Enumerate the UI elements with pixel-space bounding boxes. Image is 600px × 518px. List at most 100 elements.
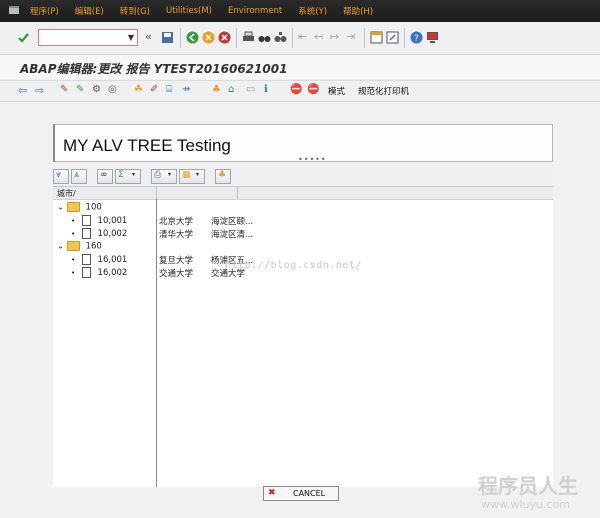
menu-system[interactable]: 系统(Y) (298, 5, 327, 17)
save-icon[interactable] (161, 31, 174, 44)
chevron-down-icon: ▾ (168, 171, 172, 178)
layout-button[interactable]: ▦ ▾ (179, 169, 205, 184)
breakpoint-icon[interactable]: ⛔ (290, 84, 303, 97)
menu-environment[interactable]: Environment (228, 6, 282, 16)
column-divider[interactable] (156, 187, 157, 199)
where-used-icon[interactable]: ⌸ (166, 84, 179, 97)
tree-node[interactable]: ⌄ 100 (57, 202, 102, 214)
arrow-right-icon[interactable]: ⇨ (35, 84, 48, 97)
collapse-icon[interactable]: ⌄ (57, 242, 64, 252)
command-field[interactable]: ▼ (38, 29, 138, 46)
tree-leaf[interactable]: • 16,001 (71, 254, 127, 266)
column-header-hierarchy[interactable]: 城市/ (57, 188, 76, 199)
pretty-printer-button[interactable]: 规范化打印机 (358, 85, 409, 97)
chevron-down-icon[interactable]: ▼ (128, 33, 134, 42)
menu-help[interactable]: 帮助(H) (343, 5, 373, 17)
separator (180, 28, 181, 48)
tree-leaf[interactable]: • 16,002 (71, 267, 127, 279)
cell-name: 交通大学 (159, 269, 194, 279)
external-breakpoint-icon[interactable]: ⛔ (307, 84, 320, 97)
find-icon[interactable] (258, 31, 271, 44)
expand-icon: ⩔ (56, 170, 62, 180)
cancel-x-icon: ✖ (268, 488, 276, 498)
system-menu-icon[interactable] (8, 4, 20, 16)
alv-tree: 城市/ ⌄ 100 • 10,001 北京大学 海淀区颐... • 10,002… (53, 186, 553, 487)
navigate-icon[interactable]: ⇸ (182, 84, 195, 97)
exit-icon[interactable] (202, 31, 215, 44)
back-nav-icon[interactable]: « (145, 30, 158, 43)
alv-toolbar: ⩔ ⩓ ∞ Σ ▾ ⎙ ▾ ▦ ▾ ♣ (53, 168, 553, 186)
next-page-icon[interactable]: ↦ (330, 30, 343, 43)
active-inactive-icon[interactable]: ⚙ (92, 84, 105, 97)
last-page-icon[interactable]: ⇥ (346, 30, 359, 43)
print-icon[interactable] (242, 31, 255, 44)
cell-name: 北京大学 (159, 217, 194, 227)
tree-node[interactable]: ⌄ 160 (57, 241, 102, 253)
document-icon (81, 228, 91, 239)
menu-program[interactable]: 程序(P) (30, 5, 59, 17)
shortcut-icon[interactable] (386, 31, 399, 44)
column-separator (156, 199, 157, 487)
expand-all-button[interactable]: ⩔ (53, 169, 69, 184)
tree-header: 城市/ (53, 187, 553, 200)
svg-text:?: ? (414, 34, 419, 44)
activate-icon[interactable]: ☘ (134, 84, 147, 97)
site-watermark: www.wluyu.com (481, 498, 570, 511)
cancel-icon[interactable] (218, 31, 231, 44)
node-label: 160 (85, 241, 102, 252)
print-button[interactable]: ⎙ ▾ (151, 169, 177, 184)
hierarchy-button[interactable]: ♣ (215, 169, 231, 184)
new-session-icon[interactable] (370, 31, 383, 44)
cell-address: 海淀区清... (211, 230, 254, 240)
help-icon[interactable]: ? (410, 31, 423, 44)
bullet-icon: • (71, 269, 76, 277)
column-divider[interactable] (237, 187, 238, 199)
blog-watermark: http://blog.csdn.net/ (225, 260, 362, 271)
display-change-icon[interactable]: ✎ (76, 84, 89, 97)
fullscreen-icon[interactable]: ▭ (246, 84, 259, 97)
bullet-icon: • (71, 230, 76, 238)
alv-title: MY ALV TREE Testing (63, 136, 231, 155)
splitter-handle[interactable]: ••••• (298, 155, 327, 164)
cell-address: 海淀区颐... (211, 217, 254, 227)
chevron-down-icon: ▾ (196, 171, 200, 178)
menu-bar: 程序(P) 编辑(E) 转到(G) Utilities(M) Environme… (0, 0, 600, 22)
customize-icon[interactable] (426, 31, 439, 44)
arrow-left-icon[interactable]: ⇦ (18, 84, 31, 97)
leaf-id: 10,002 (97, 229, 128, 239)
separator (404, 28, 405, 48)
test-icon[interactable]: ✐ (150, 84, 163, 97)
tree-leaf[interactable]: • 10,001 (71, 215, 127, 227)
application-toolbar: ⇦ ⇨ ✎ ✎ ⚙ ◎ ☘ ✐ ⌸ ⇸ ♣ ⌂ ▭ ℹ ⛔ ⛔ 模式 规范化打印… (0, 80, 600, 102)
back-icon[interactable] (186, 31, 199, 44)
mode-button[interactable]: 模式 (328, 85, 345, 97)
other-object-icon[interactable]: ✎ (60, 84, 73, 97)
document-icon (81, 267, 91, 278)
cancel-button[interactable]: ✖ CANCEL (263, 486, 339, 501)
document-icon (81, 215, 91, 226)
standard-toolbar: ▼ « ⇤ ↤ ↦ ⇥ ? (0, 22, 600, 55)
check-icon[interactable] (17, 31, 30, 44)
prev-page-icon[interactable]: ↤ (314, 30, 327, 43)
tree-leaf[interactable]: • 10,002 (71, 228, 127, 240)
hierarchy-icon[interactable]: ♣ (212, 84, 225, 97)
sum-button[interactable]: Σ ▾ (115, 169, 141, 184)
menu-goto[interactable]: 转到(G) (120, 5, 150, 17)
menu-edit[interactable]: 编辑(E) (75, 5, 104, 17)
find-next-icon[interactable] (274, 31, 287, 44)
separator (236, 28, 237, 48)
check-syntax-icon[interactable]: ◎ (108, 84, 121, 97)
leaf-id: 16,001 (97, 255, 128, 265)
find-button[interactable]: ∞ (97, 169, 113, 184)
collapse-all-button[interactable]: ⩓ (71, 169, 87, 184)
binoculars-icon: ∞ (100, 170, 108, 180)
menu-utilities[interactable]: Utilities(M) (166, 6, 212, 16)
leaf-id: 16,002 (97, 268, 128, 278)
first-page-icon[interactable]: ⇤ (298, 30, 311, 43)
collapse-icon[interactable]: ⌄ (57, 203, 64, 213)
object-list-icon[interactable]: ⌂ (228, 84, 241, 97)
info-icon[interactable]: ℹ (264, 84, 277, 97)
collapse-icon: ⩓ (74, 170, 80, 180)
sum-icon: Σ (118, 170, 124, 180)
chevron-down-icon: ▾ (132, 171, 136, 178)
